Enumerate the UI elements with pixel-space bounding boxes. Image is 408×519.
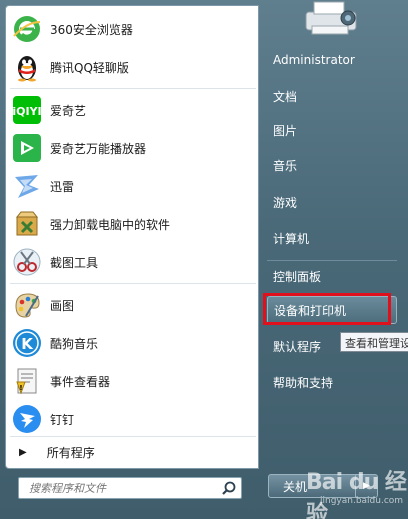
pictures-link[interactable]: 图片 xyxy=(267,116,397,144)
program-iqiyi-player[interactable]: 爱奇艺万能播放器 xyxy=(10,129,256,167)
program-paint[interactable]: 画图 xyxy=(10,286,256,324)
program-label: 酷狗音乐 xyxy=(50,336,99,351)
divider xyxy=(267,260,397,261)
svg-text:!: ! xyxy=(19,384,22,392)
qq-penguin-icon xyxy=(18,56,36,82)
program-snipping-tool[interactable]: 截图工具 xyxy=(10,243,256,281)
all-programs-button[interactable]: ▶ 所有程序 xyxy=(10,438,256,466)
divider xyxy=(10,88,256,89)
computer-link[interactable]: 计算机 xyxy=(267,224,397,252)
snipping-tool-icon xyxy=(13,248,41,276)
play-arrow-icon: ▶ xyxy=(19,446,27,458)
documents-label: 文档 xyxy=(273,89,298,104)
search-icon[interactable] xyxy=(221,480,237,496)
music-label: 音乐 xyxy=(273,158,298,173)
divider xyxy=(10,283,256,284)
program-label: 360安全浏览器 xyxy=(50,22,133,37)
program-label: 爱奇艺万能播放器 xyxy=(50,141,147,156)
search-input[interactable] xyxy=(19,478,225,498)
kugou-icon: K xyxy=(13,329,41,357)
program-360-browser[interactable]: 360安全浏览器 xyxy=(10,10,256,48)
pictures-label: 图片 xyxy=(273,123,298,138)
paint-palette-icon xyxy=(15,293,40,318)
watermark-logo: Bai du 经验 xyxy=(306,470,407,519)
iqiyi-player-icon xyxy=(13,134,41,162)
svg-text:iQIYI: iQIYI xyxy=(12,105,41,118)
watermark-url: jingyan.baidu.com xyxy=(320,496,404,506)
program-label: 截图工具 xyxy=(50,255,99,270)
program-iqiyi[interactable]: iQIYI 爱奇艺 xyxy=(10,91,256,129)
program-qq-lite[interactable]: 腾讯QQ轻聊版 xyxy=(10,48,256,86)
dingtalk-icon xyxy=(13,405,41,433)
programs-panel: 360安全浏览器 腾讯QQ轻聊版 iQIYI 爱奇艺 爱奇艺万能播放器 迅雷 强… xyxy=(5,5,259,469)
svg-text:K: K xyxy=(21,335,34,353)
baidu-jingyan-watermark: Bai du 经验 jingyan.baidu.com xyxy=(300,462,408,519)
highlight-annotation xyxy=(263,293,391,325)
program-label: 事件查看器 xyxy=(50,374,111,389)
tooltip: 查看和管理设 xyxy=(340,332,408,352)
program-uninstaller[interactable]: 强力卸载电脑中的软件 xyxy=(10,205,256,243)
program-label: 爱奇艺 xyxy=(50,103,87,118)
games-label: 游戏 xyxy=(273,195,298,210)
help-label: 帮助和支持 xyxy=(273,375,334,390)
music-link[interactable]: 音乐 xyxy=(267,151,397,179)
start-menu: 360安全浏览器 腾讯QQ轻聊版 iQIYI 爱奇艺 爱奇艺万能播放器 迅雷 强… xyxy=(0,0,408,519)
help-support-link[interactable]: 帮助和支持 xyxy=(267,368,397,396)
program-kugou[interactable]: K 酷狗音乐 xyxy=(10,324,256,362)
games-link[interactable]: 游戏 xyxy=(267,188,397,216)
iqiyi-icon: iQIYI xyxy=(12,96,42,124)
user-picture-icon[interactable] xyxy=(302,0,364,36)
divider xyxy=(10,436,256,437)
search-box[interactable] xyxy=(18,477,242,499)
program-label: 腾讯QQ轻聊版 xyxy=(50,60,129,75)
program-event-viewer[interactable]: ! 事件查看器 xyxy=(10,362,256,400)
program-label: 迅雷 xyxy=(50,179,75,194)
control-panel-link[interactable]: 控制面板 xyxy=(267,262,397,290)
default-programs-label: 默认程序 xyxy=(273,339,322,354)
program-label: 画图 xyxy=(50,298,75,313)
control-panel-label: 控制面板 xyxy=(273,269,322,284)
browser-360-icon xyxy=(13,16,41,42)
xunlei-icon xyxy=(15,175,39,198)
documents-link[interactable]: 文档 xyxy=(267,82,397,110)
program-xunlei[interactable]: 迅雷 xyxy=(10,167,256,205)
computer-label: 计算机 xyxy=(273,231,310,246)
user-name-label: Administrator xyxy=(273,53,355,67)
program-label: 强力卸载电脑中的软件 xyxy=(50,217,171,232)
user-name-link[interactable]: Administrator xyxy=(267,46,397,74)
event-viewer-icon: ! xyxy=(16,368,37,395)
program-dingtalk[interactable]: 钉钉 xyxy=(10,400,256,438)
program-label: 钉钉 xyxy=(50,412,75,427)
uninstall-box-icon xyxy=(15,211,39,236)
all-programs-label: 所有程序 xyxy=(46,445,95,460)
